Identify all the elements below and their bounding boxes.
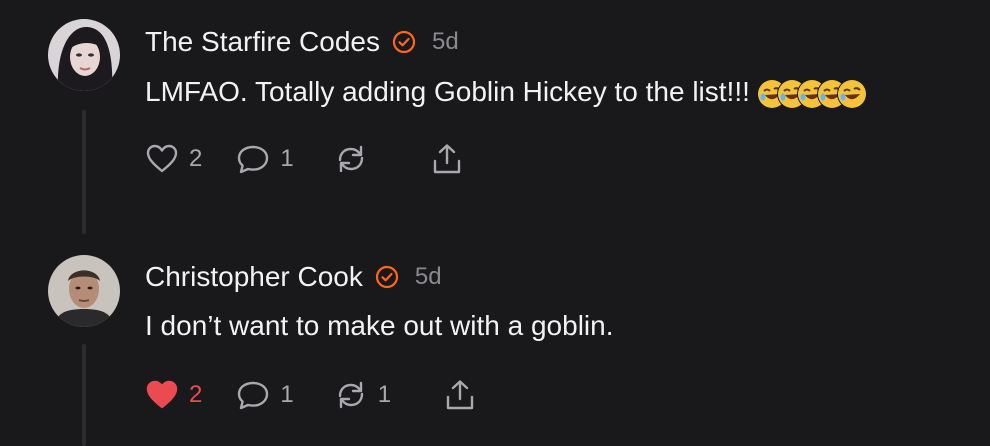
comment-text-row: LMFAO. Totally adding Goblin Hickey to t… — [145, 76, 866, 108]
share-icon — [430, 142, 464, 176]
comment-text: LMFAO. Totally adding Goblin Hickey to t… — [145, 76, 750, 107]
author-name[interactable]: Christopher Cook — [145, 261, 363, 293]
restack-button[interactable]: 1 — [334, 379, 391, 411]
verified-badge-icon — [375, 265, 399, 289]
comment-header: Christopher Cook 5d — [145, 261, 442, 293]
reply-button[interactable]: 1 — [236, 143, 294, 175]
comment-actions: 2 1 — [145, 141, 464, 177]
comment-header: The Starfire Codes 5d — [145, 26, 459, 58]
reply-count: 1 — [280, 145, 294, 172]
timestamp[interactable]: 5d — [432, 28, 459, 56]
restack-count: 1 — [377, 381, 392, 408]
thread-line — [82, 110, 86, 234]
timestamp[interactable]: 5d — [415, 263, 442, 291]
thread-line — [82, 344, 86, 446]
comment-icon — [236, 143, 270, 175]
reply-button[interactable]: 1 — [236, 379, 294, 411]
comment-actions: 2 1 1 — [145, 377, 477, 413]
restack-icon — [334, 379, 368, 411]
comment-icon — [236, 379, 270, 411]
emoji-group — [757, 79, 866, 108]
verified-badge-icon — [392, 30, 416, 54]
restack-icon — [334, 143, 368, 175]
comment-text: I don’t want to make out with a goblin. — [145, 310, 614, 341]
heart-icon — [145, 143, 179, 175]
avatar[interactable] — [48, 255, 120, 327]
avatar[interactable] — [48, 19, 120, 91]
laughing-emoji-icon — [837, 79, 866, 108]
share-button[interactable] — [430, 142, 464, 176]
like-button[interactable]: 2 — [145, 379, 202, 411]
reply-count: 1 — [280, 381, 294, 408]
like-count: 2 — [189, 381, 203, 408]
author-name[interactable]: The Starfire Codes — [145, 26, 380, 58]
like-count: 2 — [189, 145, 203, 172]
like-button[interactable]: 2 — [145, 143, 202, 175]
share-icon — [443, 378, 477, 412]
restack-button[interactable] — [334, 143, 378, 175]
heart-icon — [145, 379, 179, 411]
share-button[interactable] — [443, 378, 477, 412]
